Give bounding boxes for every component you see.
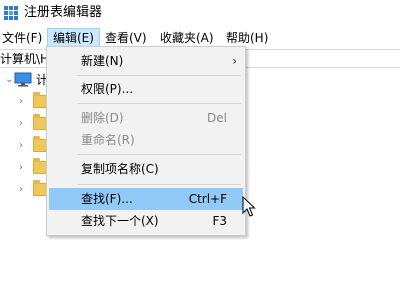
expand-chevron-icon[interactable]: › (19, 91, 23, 113)
menu-item-copy-key-name[interactable]: 复制项名称(C) (49, 158, 243, 180)
computer-icon (14, 72, 32, 87)
menu-item-label: 重命名(R) (81, 133, 135, 147)
submenu-arrow-icon: › (232, 54, 237, 68)
menu-item-shortcut: Ctrl+F (188, 192, 227, 206)
registry-editor-icon (4, 6, 18, 20)
expand-chevron-icon[interactable]: › (19, 113, 23, 135)
menu-item-rename: 重命名(R) (49, 129, 243, 151)
menu-item-label: 复制项名称(C) (81, 162, 159, 176)
menu-item-shortcut: Del (207, 111, 227, 125)
expand-chevron-icon[interactable]: › (19, 135, 23, 157)
menu-item-label: 查找(F)... (81, 192, 133, 206)
mouse-cursor-icon (242, 196, 256, 217)
expand-chevron-icon[interactable]: › (19, 157, 23, 179)
edit-menu-dropdown: 新建(N) › 权限(P)... 删除(D) Del 重命名(R) 复制项名称(… (46, 46, 246, 236)
address-path: 计算机\H (0, 52, 50, 66)
menu-edit[interactable]: 编辑(E) (47, 28, 100, 48)
menu-item-find[interactable]: 查找(F)... Ctrl+F (49, 188, 243, 210)
menu-favorites[interactable]: 收藏夹(A) (155, 28, 219, 48)
menu-item-delete: 删除(D) Del (49, 107, 243, 129)
menu-item-find-next[interactable]: 查找下一个(X) F3 (49, 210, 243, 232)
menu-item-label: 删除(D) (81, 111, 124, 125)
menu-bar: 文件(F) 编辑(E) 查看(V) 收藏夹(A) 帮助(H) (0, 28, 400, 48)
menu-item-label: 查找下一个(X) (81, 214, 159, 228)
menu-item-permissions[interactable]: 权限(P)... (49, 78, 243, 100)
menu-separator (77, 184, 241, 185)
menu-separator (77, 103, 241, 104)
menu-item-label: 新建(N) (81, 54, 124, 68)
menu-separator (77, 75, 241, 76)
menu-help[interactable]: 帮助(H) (221, 28, 273, 48)
menu-file[interactable]: 文件(F) (0, 28, 47, 48)
window-title: 注册表编辑器 (24, 5, 103, 20)
menu-item-shortcut: F3 (212, 214, 227, 228)
menu-view[interactable]: 查看(V) (100, 28, 152, 48)
menu-separator (77, 154, 241, 155)
collapse-chevron-icon[interactable]: ⌄ (5, 69, 13, 91)
menu-item-new[interactable]: 新建(N) › (49, 50, 243, 72)
expand-chevron-icon[interactable]: › (19, 179, 23, 201)
title-bar: 注册表编辑器 (0, 0, 400, 26)
menu-item-label: 权限(P)... (81, 82, 134, 96)
